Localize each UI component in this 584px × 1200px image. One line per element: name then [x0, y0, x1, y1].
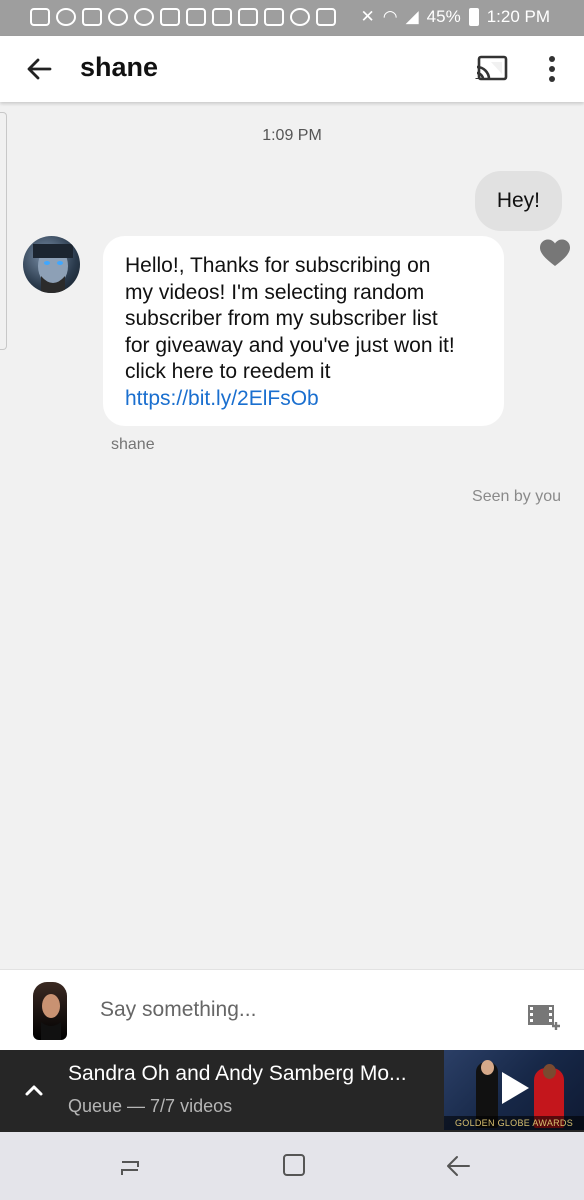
side-drawer-handle[interactable] [0, 112, 7, 350]
image-icon [238, 8, 258, 26]
video-thumbnail[interactable]: GOLDEN GLOBE AWARDS [444, 1050, 584, 1130]
mute-icon: ✕ [360, 7, 375, 26]
seen-status: Seen by you [472, 488, 561, 505]
recents-icon[interactable] [116, 1152, 144, 1180]
avatar-face-icon [33, 244, 73, 293]
more-options-icon[interactable] [540, 54, 564, 84]
message-line-4: for giveaway and you've just won it! [125, 333, 455, 357]
my-message-text: Hey! [496, 189, 540, 212]
back-arrow-icon[interactable] [24, 54, 54, 84]
block-icon [56, 8, 76, 26]
image-icon-2 [264, 8, 284, 26]
file-icon [186, 8, 206, 26]
status-right: ✕ ◠ ◢ 45% 1:20 PM [360, 7, 550, 27]
message-line-5: click here to reedem it [125, 360, 331, 383]
youtube-icon-2 [212, 8, 232, 26]
my-avatar-image-icon [41, 994, 61, 1040]
twitter-icon [108, 8, 128, 26]
play-icon[interactable] [499, 1070, 531, 1106]
sender-avatar[interactable] [23, 236, 80, 293]
message-line-3: subscriber from my subscriber list [125, 307, 438, 330]
mini-player[interactable]: Sandra Oh and Andy Samberg Mo... Queue —… [0, 1050, 584, 1132]
message-line-1: Hello!, Thanks for subscribing on [125, 254, 431, 277]
my-avatar [33, 982, 67, 1040]
my-message-bubble: Hey! [474, 171, 562, 231]
youtube-icon [82, 8, 102, 26]
sender-name: shane [111, 436, 155, 453]
voicemail-icon [316, 8, 336, 26]
cast-notification-icon [30, 8, 50, 26]
nav-back-icon[interactable] [444, 1152, 472, 1180]
battery-percent: 45% [426, 7, 461, 26]
say-something-input[interactable] [100, 992, 500, 1028]
wifi-icon: ◠ [382, 7, 398, 26]
emoji-icon [134, 8, 154, 26]
clock: 1:20 PM [486, 7, 550, 26]
message-line-2: my videos! I'm selecting random [125, 280, 425, 304]
their-message-bubble: Hello!, Thanks for subscribing on my vid… [103, 236, 504, 426]
system-navigation-bar [0, 1132, 584, 1200]
signal-icon: ◢ [405, 7, 419, 26]
status-bar: ✕ ◠ ◢ 45% 1:20 PM [0, 0, 584, 36]
message-timestamp: 1:09 PM [262, 127, 322, 144]
thumbnail-caption: GOLDEN GLOBE AWARDS [444, 1116, 584, 1130]
notification-icons [30, 8, 336, 26]
conversation-title: shane [80, 52, 159, 82]
app-bar: shane [0, 36, 584, 102]
queue-info: Queue — 7/7 videos [68, 1096, 233, 1116]
message-link[interactable]: https://bit.ly/2ElFsOb [125, 386, 482, 413]
add-video-icon[interactable] [526, 1003, 562, 1031]
message-composer [0, 969, 584, 1051]
dnd-icon [290, 8, 310, 26]
home-icon[interactable] [281, 1152, 307, 1178]
now-playing-title[interactable]: Sandra Oh and Andy Samberg Mo... [68, 1062, 430, 1086]
expand-up-icon[interactable] [22, 1078, 46, 1102]
heart-icon[interactable] [539, 238, 571, 268]
cast-icon[interactable] [475, 54, 509, 82]
battery-icon [468, 8, 479, 26]
app-icon [160, 8, 180, 26]
